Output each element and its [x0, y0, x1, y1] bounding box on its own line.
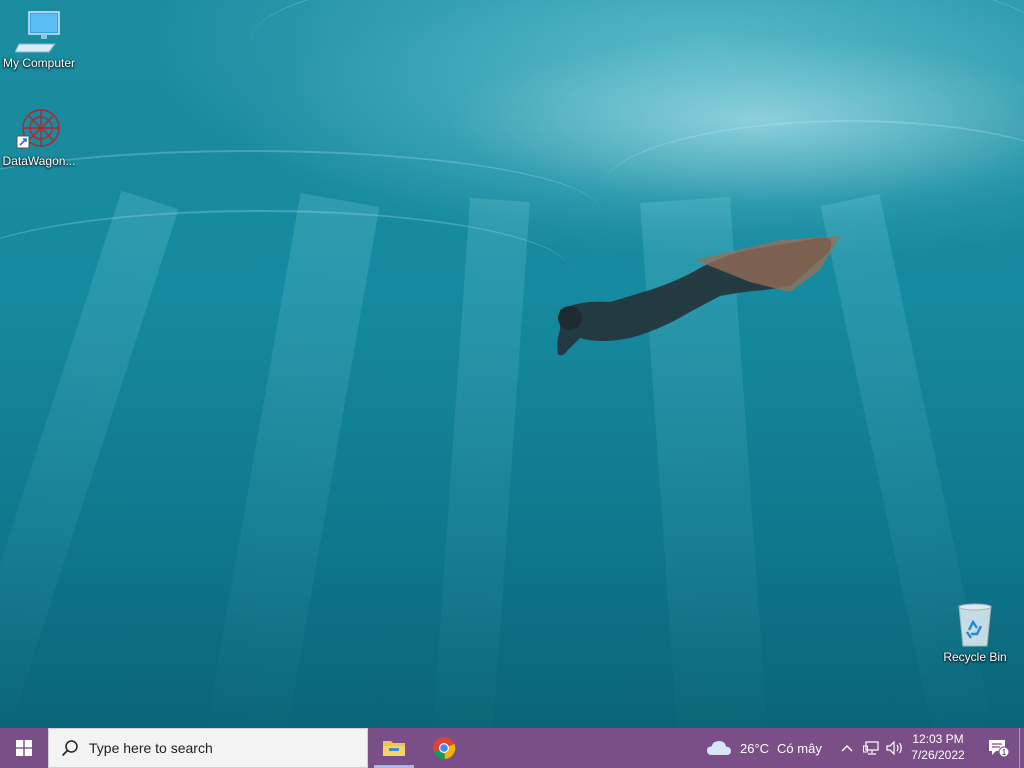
- notification-icon: 1: [989, 740, 1009, 758]
- show-desktop-button[interactable]: [1019, 728, 1024, 768]
- desktop-wallpaper: My Computer DataWagon... Recycle Bin: [0, 0, 1024, 728]
- taskbar-search-box[interactable]: Type here to search: [48, 728, 368, 768]
- volume-icon: [886, 741, 902, 755]
- volume-control[interactable]: [884, 728, 906, 768]
- desktop-icon-my-computer[interactable]: My Computer: [0, 8, 78, 70]
- chrome-icon: [433, 737, 456, 760]
- cloud-icon: [707, 741, 731, 755]
- desktop-icon-label: My Computer: [2, 56, 76, 70]
- taskbar: Type here to search 26°C Có mây 12:03 PM…: [0, 728, 1024, 768]
- datawagon-shortcut-icon: [16, 109, 60, 149]
- action-center-button[interactable]: 1: [980, 728, 1016, 768]
- taskbar-app-chrome[interactable]: [424, 728, 464, 768]
- search-placeholder: Type here to search: [89, 740, 213, 756]
- windows-logo-icon: [16, 740, 32, 756]
- desktop-icon-label: DataWagon...: [2, 154, 76, 168]
- network-icon: [863, 741, 879, 755]
- desktop-icon-recycle-bin[interactable]: Recycle Bin: [936, 602, 1014, 664]
- clock-time: 12:03 PM: [912, 732, 964, 746]
- weather-condition: Có mây: [777, 740, 822, 756]
- surface-wave: [250, 0, 1024, 122]
- notification-count: 1: [1002, 748, 1007, 757]
- file-explorer-icon: [383, 741, 405, 756]
- network-status[interactable]: [861, 728, 881, 768]
- diver-image: [557, 236, 840, 356]
- weather-temperature: 26°C: [740, 740, 770, 756]
- desktop-icon-label: Recycle Bin: [943, 650, 1007, 664]
- clock-date: 7/26/2022: [911, 748, 965, 762]
- show-hidden-icons-button[interactable]: [838, 728, 856, 768]
- chevron-up-icon: [841, 745, 853, 752]
- computer-icon: [15, 11, 60, 53]
- start-button[interactable]: [0, 728, 48, 768]
- recycle-bin-icon: [958, 603, 992, 647]
- desktop-icon-datawagon[interactable]: DataWagon...: [0, 106, 78, 168]
- taskbar-clock[interactable]: 12:03 PM 7/26/2022: [906, 731, 970, 763]
- search-icon: [61, 740, 78, 757]
- weather-widget[interactable]: 26°C Có mây: [706, 728, 822, 768]
- taskbar-app-file-explorer[interactable]: [374, 728, 414, 768]
